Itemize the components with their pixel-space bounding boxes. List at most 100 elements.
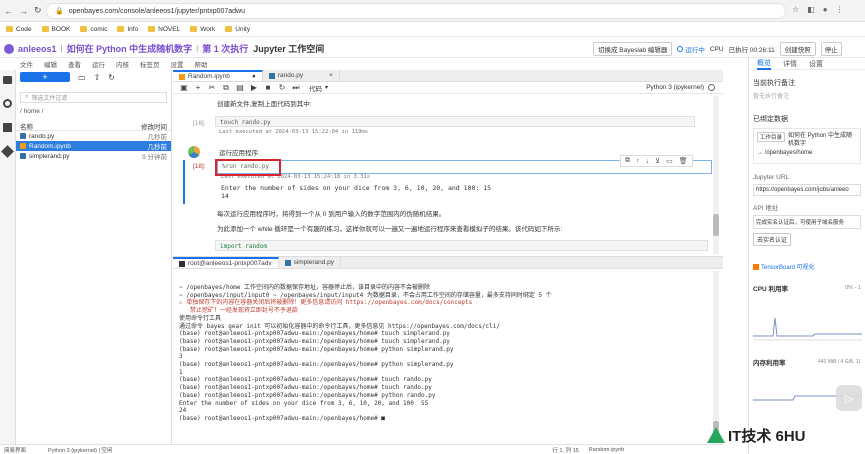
breadcrumb[interactable]: / home /: [20, 108, 167, 115]
bookmark-item[interactable]: Info: [117, 26, 138, 33]
refresh-icon[interactable]: ↻: [108, 73, 115, 82]
watermark-logo-icon: [707, 427, 725, 443]
title-run[interactable]: 第 1 次执行: [202, 42, 248, 55]
scrollbar[interactable]: [713, 96, 719, 254]
menu-view[interactable]: 查看: [68, 59, 81, 69]
tab-settings[interactable]: 设置: [809, 59, 823, 69]
bound-dataset-name[interactable]: 如何在 Python 中生成随机数字: [788, 132, 857, 148]
watermark: IT技术 6HU: [707, 424, 806, 446]
forward-icon[interactable]: →: [19, 6, 28, 16]
switch-editor-button[interactable]: 切换成 Bayeslab 编辑器: [593, 42, 673, 56]
tab-rando-py[interactable]: rando.py ×: [263, 70, 340, 81]
menu-dots-icon[interactable]: ⋮: [836, 5, 844, 14]
tab-terminal[interactable]: root@anleeos1-pntxp007adv: [173, 257, 279, 268]
stop-icon[interactable]: ■: [263, 83, 273, 93]
profile-icon[interactable]: ●: [823, 5, 828, 14]
markdown-text: 创建新文件,复制上面代码到其中:: [217, 101, 312, 108]
lock-icon: 🔒: [55, 8, 64, 15]
title-project[interactable]: 如何在 Python 中生成随机数字: [67, 42, 193, 55]
markdown-text: 每次运行应用程序时，将得到一个从 0 到用户输入的数字范围内的伪随机结果。: [217, 211, 446, 218]
chevron-down-icon[interactable]: ▾: [325, 84, 328, 91]
menu-file[interactable]: 文件: [20, 59, 33, 69]
menu-edit[interactable]: 编辑: [44, 59, 57, 69]
new-launcher-button[interactable]: +: [20, 72, 70, 82]
title-workspace: Jupyter 工作空间: [253, 44, 325, 54]
file-browser: + ▭ ⇧ ↻ ⌕ 筛选文件过滤 / home / 名称 修改时间 rando.…: [16, 70, 172, 444]
simple-mode-label[interactable]: 简易界面: [4, 446, 26, 454]
create-snapshot-button[interactable]: 创建快照: [779, 42, 816, 56]
new-folder-icon[interactable]: ▭: [78, 73, 86, 82]
menu-tabs[interactable]: 标签页: [140, 59, 160, 69]
cut-icon[interactable]: ✂: [207, 83, 217, 93]
menu-help[interactable]: 帮助: [195, 59, 208, 69]
file-row[interactable]: simplerand.py 9 分钟前: [16, 151, 171, 161]
tab-simplerand-py[interactable]: simplerand.py: [279, 257, 342, 268]
section-title: Jupyter URL: [753, 174, 790, 181]
reload-icon[interactable]: ↻: [34, 5, 42, 16]
move-down-icon[interactable]: ↓: [646, 158, 650, 165]
move-up-icon[interactable]: ↑: [636, 158, 640, 165]
fast-forward-icon[interactable]: ⏭: [291, 83, 301, 93]
verify-identity-button[interactable]: 去实名认证: [753, 233, 792, 246]
mount-path: → /openbayes/home: [757, 150, 813, 156]
bookmark-item[interactable]: NOVEL: [148, 26, 180, 33]
add-cell-icon[interactable]: +: [193, 83, 203, 93]
terminal-output[interactable]: ~ /openbayes/home 工作空间内的数据保存地址，容器停止后，该目录…: [179, 284, 709, 423]
upload-icon[interactable]: ⇧: [94, 73, 101, 82]
address-bar[interactable]: 🔒 openbayes.com/console/anleeos1/jupyter…: [46, 3, 786, 19]
scrollbar[interactable]: [713, 271, 719, 443]
tab-close-icon[interactable]: ×: [329, 72, 333, 79]
tab-random-ipynb[interactable]: Random.ipynb ●: [173, 70, 263, 81]
insert-icon[interactable]: ⊻: [655, 157, 660, 165]
file-row[interactable]: rando.py 几秒前: [16, 131, 171, 141]
file-row[interactable]: Random.ipynb 几秒前: [16, 141, 171, 151]
extension-icon[interactable]: [1, 145, 14, 158]
kernel-name[interactable]: Python 3 (ipykernel): [646, 84, 704, 91]
right-sidebar: 概览 详情 设置 当前执行备注 暂无执行备注 已绑定数据 工作目录 如何在 Py…: [748, 58, 865, 454]
username[interactable]: anleeos1: [18, 44, 57, 54]
run-icon[interactable]: ▶: [249, 83, 259, 93]
highlight-box: [215, 159, 281, 176]
stop-button[interactable]: 停止: [820, 42, 842, 56]
tab-dirty-icon[interactable]: ●: [252, 73, 256, 80]
code-cell[interactable]: import random: [215, 240, 708, 251]
jupyter-url-field[interactable]: https://openbayes.com/jobs/anleeo: [753, 184, 861, 196]
section-title: 已绑定数据: [753, 116, 788, 123]
tensorboard-link[interactable]: TensorBoard 可视化: [761, 262, 815, 271]
extensions-icon[interactable]: ◧: [807, 5, 815, 14]
bookmark-item[interactable]: comic: [80, 26, 107, 33]
play-video-icon[interactable]: ▷: [836, 385, 862, 411]
terminal-panel: root@anleeos1-pntxp007adv simplerand.py …: [173, 256, 723, 444]
comment-icon[interactable]: ▭: [666, 157, 673, 165]
folder-icon[interactable]: [3, 76, 12, 84]
delete-icon[interactable]: 🗑: [679, 157, 688, 165]
column-name[interactable]: 名称: [20, 121, 33, 131]
browser-toolbar: ← → ↻ 🔒 openbayes.com/console/anleeos1/j…: [0, 0, 865, 22]
bookmark-item[interactable]: Unity: [225, 26, 250, 33]
bookmark-item[interactable]: BOOK: [41, 26, 70, 33]
bookmark-item[interactable]: Work: [190, 26, 215, 33]
running-icon[interactable]: [3, 99, 12, 108]
duplicate-icon[interactable]: ⧉: [625, 157, 630, 165]
tab-overview[interactable]: 概览: [757, 58, 771, 70]
menu-kernel[interactable]: 内核: [116, 59, 129, 69]
copy-icon[interactable]: ⧉: [221, 83, 231, 93]
save-icon[interactable]: ▣: [179, 83, 189, 93]
running-dot-icon: [677, 46, 684, 52]
menu-run[interactable]: 运行: [92, 59, 105, 69]
commands-icon[interactable]: [3, 123, 12, 132]
note-hint[interactable]: 暂无执行备注: [753, 91, 861, 100]
tab-details[interactable]: 详情: [783, 59, 797, 69]
markdown-text: 运行应用程序:: [219, 150, 260, 157]
bookmark-item[interactable]: Code: [6, 26, 32, 33]
star-icon[interactable]: ☆: [792, 5, 799, 14]
code-cell[interactable]: touch rando.py: [215, 116, 695, 127]
back-icon[interactable]: ←: [4, 6, 13, 16]
cell-type-select[interactable]: 代码: [309, 83, 322, 93]
restart-icon[interactable]: ↻: [277, 83, 287, 93]
filter-input[interactable]: 筛选文件过滤: [31, 93, 67, 102]
kernel-status-icon: [708, 84, 715, 91]
column-modified[interactable]: 修改时间: [141, 121, 167, 131]
menu-settings[interactable]: 设置: [171, 59, 184, 69]
paste-icon[interactable]: ▤: [235, 83, 245, 93]
